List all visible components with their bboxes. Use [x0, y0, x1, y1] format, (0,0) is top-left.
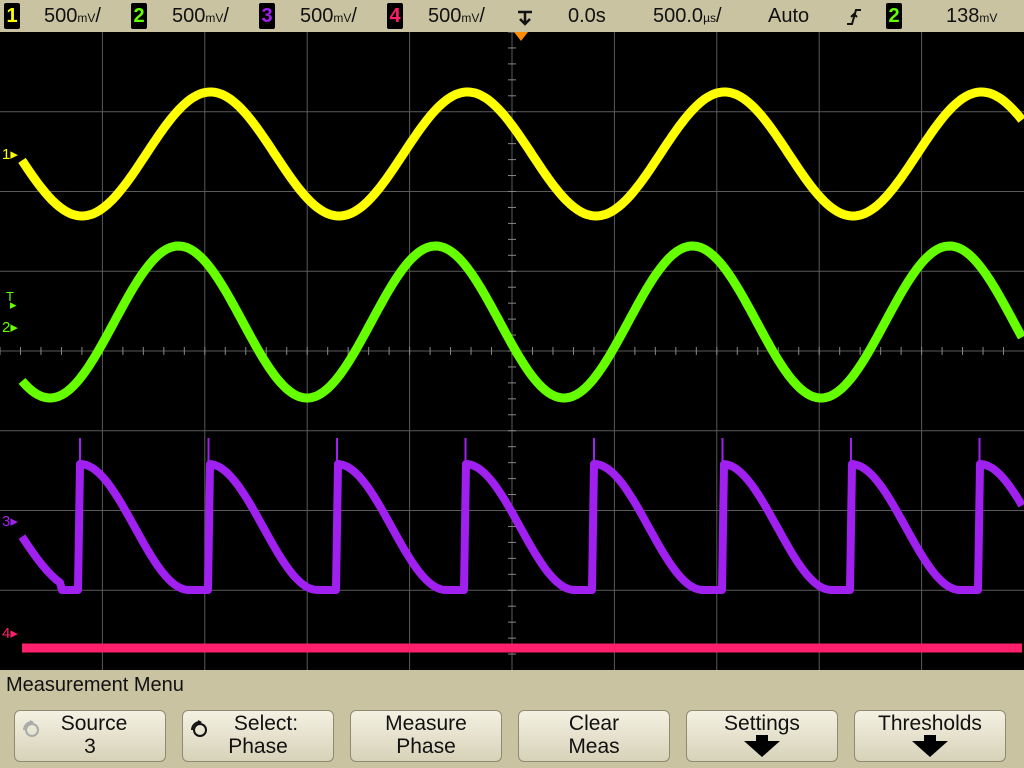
- thresholds-label: Thresholds: [878, 712, 982, 735]
- channel-3-marker: 3▸: [2, 513, 18, 530]
- sweep-mode: Auto: [768, 5, 810, 27]
- channel-1-trace: [18, 87, 1024, 221]
- channel-3-scale: 500mV/: [300, 5, 357, 27]
- source-label: Source: [60, 712, 128, 735]
- thresholds-softkey[interactable]: Thresholds: [854, 710, 1006, 762]
- rising-edge-icon: [847, 9, 861, 25]
- trigger-edge-icon: [518, 10, 532, 26]
- status-bar: 1 500mV/ 2 500mV/ 3 500mV/ 4 500mV/ 0.0s…: [0, 0, 1024, 32]
- channel-4-badge: 4: [387, 3, 403, 29]
- settings-softkey[interactable]: Settings: [686, 710, 838, 762]
- trigger-level: 138mV: [946, 5, 998, 27]
- delay-readout: 0.0s: [568, 5, 606, 27]
- select-label: Select:: [233, 712, 299, 735]
- menu-title: Measurement Menu: [6, 674, 184, 696]
- clear-label: Clear: [568, 712, 620, 735]
- measure-value: Phase: [396, 735, 456, 758]
- channel-2-badge: 2: [131, 3, 147, 29]
- select-value: Phase: [228, 735, 288, 758]
- trigger-source-badge: 2: [886, 3, 902, 29]
- channel-3-trace: [18, 460, 1024, 594]
- channel-4-scale: 500mV/: [428, 5, 485, 27]
- channel-1-badge: 1: [4, 3, 20, 29]
- timebase-readout: 500.0µs/: [653, 5, 722, 27]
- measure-phase-softkey[interactable]: Measure Phase: [350, 710, 502, 762]
- source-value: 3: [84, 735, 96, 758]
- channel-2-scale: 500mV/: [172, 5, 229, 27]
- source-softkey[interactable]: Source 3: [14, 710, 166, 762]
- submenu-arrow-icon: [744, 741, 780, 757]
- trigger-position-marker: [514, 32, 528, 41]
- select-softkey[interactable]: Select: Phase: [182, 710, 334, 762]
- channel-2-trace: [18, 241, 1024, 403]
- settings-label: Settings: [724, 712, 800, 735]
- waveform-display: 1▸ T ▸ 2▸ 3▸ 4▸: [0, 32, 1024, 670]
- trigger-level-arrow: ▸: [10, 297, 17, 312]
- channel-3-badge: 3: [259, 3, 275, 29]
- measurement-menu: Measurement Menu Source 3 Select: Phase …: [0, 670, 1024, 768]
- channel-1-scale: 500mV/: [44, 5, 101, 27]
- submenu-arrow-icon: [912, 741, 948, 757]
- channel-1-marker: 1▸: [2, 146, 18, 163]
- channel-2-marker: 2▸: [2, 319, 18, 336]
- clear-meas-softkey[interactable]: Clear Meas: [518, 710, 670, 762]
- clear-value: Meas: [568, 735, 620, 758]
- measure-label: Measure: [385, 712, 467, 735]
- channel-4-marker: 4▸: [2, 625, 18, 642]
- waveform-traces: [18, 87, 1024, 653]
